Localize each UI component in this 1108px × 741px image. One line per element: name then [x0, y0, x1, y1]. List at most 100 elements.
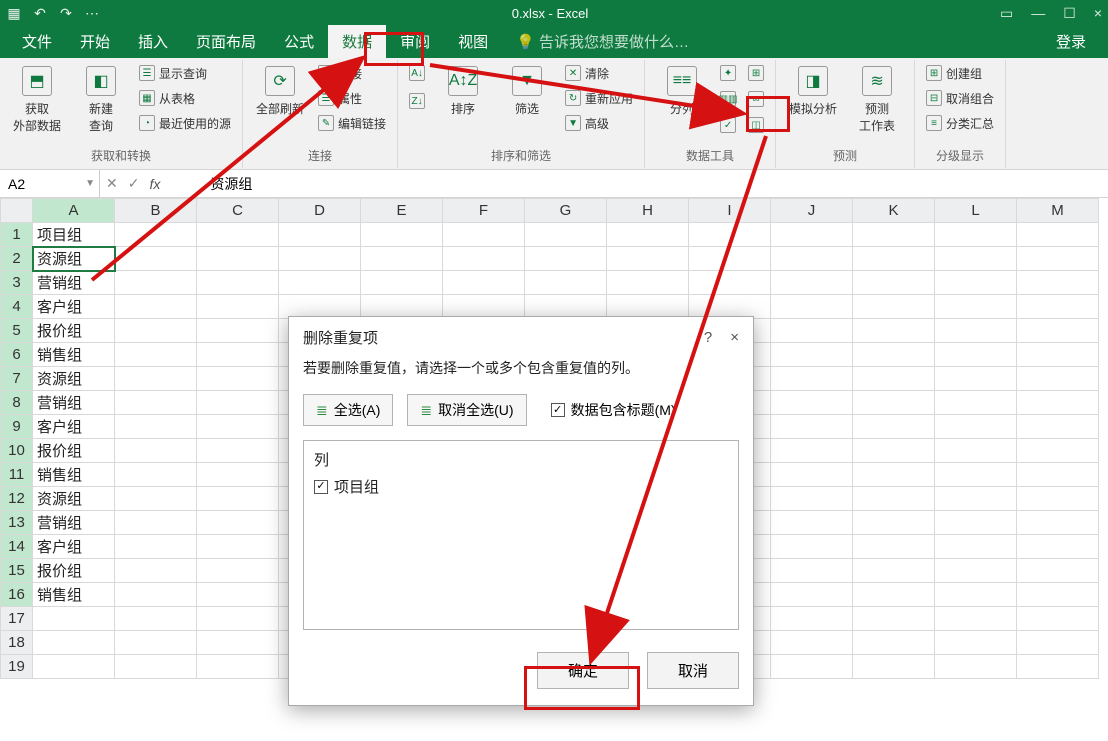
cell[interactable]	[525, 271, 607, 295]
cell[interactable]	[443, 247, 525, 271]
cell[interactable]: 营销组	[33, 271, 115, 295]
cell[interactable]	[197, 343, 279, 367]
cell[interactable]	[1017, 367, 1099, 391]
cell[interactable]	[853, 343, 935, 367]
cell[interactable]	[1017, 607, 1099, 631]
cell[interactable]: 销售组	[33, 583, 115, 607]
cell[interactable]	[853, 463, 935, 487]
cell[interactable]	[197, 463, 279, 487]
cell[interactable]	[771, 439, 853, 463]
fx-icon[interactable]: fx	[149, 176, 160, 192]
cell[interactable]	[853, 631, 935, 655]
cell[interactable]	[771, 655, 853, 679]
cell[interactable]	[1017, 487, 1099, 511]
cell[interactable]	[1017, 295, 1099, 319]
cell[interactable]	[689, 247, 771, 271]
row-header[interactable]: 12	[1, 487, 33, 511]
cell[interactable]	[689, 223, 771, 247]
select-all-button[interactable]: ≣全选(A)	[303, 394, 393, 426]
cell[interactable]	[279, 247, 361, 271]
subtotal-button[interactable]: ≡分类汇总	[923, 112, 997, 134]
cell[interactable]	[115, 511, 197, 535]
tab-view[interactable]: 视图	[444, 25, 502, 58]
row-header[interactable]: 16	[1, 583, 33, 607]
relationships-button[interactable]: ∞	[745, 88, 767, 110]
sort-asc-button[interactable]: A↓	[406, 62, 428, 84]
cell[interactable]: 报价组	[33, 319, 115, 343]
cell[interactable]	[771, 631, 853, 655]
cell[interactable]	[197, 559, 279, 583]
cell[interactable]	[935, 319, 1017, 343]
cell[interactable]	[607, 223, 689, 247]
filter-button[interactable]: ▼筛选	[498, 62, 556, 117]
cell[interactable]	[771, 367, 853, 391]
cell[interactable]	[771, 583, 853, 607]
cell[interactable]	[197, 439, 279, 463]
cell[interactable]	[279, 223, 361, 247]
cell[interactable]	[1017, 535, 1099, 559]
cell[interactable]: 报价组	[33, 439, 115, 463]
cell[interactable]	[197, 271, 279, 295]
cell[interactable]	[771, 535, 853, 559]
cell[interactable]	[197, 391, 279, 415]
row-header[interactable]: 7	[1, 367, 33, 391]
cell[interactable]	[1017, 343, 1099, 367]
cell[interactable]	[197, 631, 279, 655]
cell[interactable]	[197, 415, 279, 439]
cell[interactable]	[361, 247, 443, 271]
maximize-icon[interactable]: ☐	[1063, 5, 1076, 22]
tab-insert[interactable]: 插入	[124, 25, 182, 58]
column-header[interactable]: B	[115, 199, 197, 223]
cell[interactable]: 客户组	[33, 535, 115, 559]
ok-button[interactable]: 确定	[537, 652, 629, 689]
show-queries-button[interactable]: ☰显示查询	[136, 62, 234, 84]
cell[interactable]	[853, 271, 935, 295]
redo-icon[interactable]: ↷	[58, 5, 74, 21]
column-header[interactable]: E	[361, 199, 443, 223]
ungroup-button[interactable]: ⊟取消组合	[923, 87, 997, 109]
cell[interactable]: 销售组	[33, 343, 115, 367]
cell[interactable]	[689, 271, 771, 295]
row-header[interactable]: 11	[1, 463, 33, 487]
get-external-data-button[interactable]: ⬒获取 外部数据	[8, 62, 66, 134]
cell[interactable]: 营销组	[33, 391, 115, 415]
cell[interactable]	[115, 415, 197, 439]
cell[interactable]	[771, 319, 853, 343]
cell[interactable]	[935, 367, 1017, 391]
cell[interactable]	[197, 511, 279, 535]
reapply-button[interactable]: ↻重新应用	[562, 87, 636, 109]
row-header[interactable]: 4	[1, 295, 33, 319]
manage-data-model-button[interactable]: ◫	[745, 114, 767, 136]
consolidate-button[interactable]: ⊞	[745, 62, 767, 84]
cell[interactable]	[197, 295, 279, 319]
close-icon[interactable]: ×	[1094, 5, 1102, 22]
cell[interactable]	[853, 439, 935, 463]
cell[interactable]	[115, 247, 197, 271]
cell[interactable]	[1017, 631, 1099, 655]
column-header[interactable]: H	[607, 199, 689, 223]
recent-sources-button[interactable]: ◔最近使用的源	[136, 112, 234, 134]
cell[interactable]	[115, 223, 197, 247]
connections-button[interactable]: ☍连接	[315, 62, 389, 84]
cell[interactable]	[33, 655, 115, 679]
cell[interactable]	[935, 535, 1017, 559]
row-header[interactable]: 1	[1, 223, 33, 247]
row-header[interactable]: 13	[1, 511, 33, 535]
cell[interactable]	[935, 487, 1017, 511]
cell[interactable]: 客户组	[33, 295, 115, 319]
forecast-sheet-button[interactable]: ≋预测 工作表	[848, 62, 906, 134]
cell[interactable]	[853, 607, 935, 631]
row-header[interactable]: 19	[1, 655, 33, 679]
row-header[interactable]: 9	[1, 415, 33, 439]
sort-button[interactable]: A↕Z排序	[434, 62, 492, 117]
flash-fill-button[interactable]: ✦	[717, 62, 739, 84]
select-all-cells[interactable]	[1, 199, 33, 223]
cell[interactable]	[115, 343, 197, 367]
cell[interactable]	[935, 511, 1017, 535]
cell[interactable]	[1017, 463, 1099, 487]
row-header[interactable]: 6	[1, 343, 33, 367]
cell[interactable]: 报价组	[33, 559, 115, 583]
cell[interactable]: 客户组	[33, 415, 115, 439]
clear-filter-button[interactable]: ✕清除	[562, 62, 636, 84]
cell[interactable]	[771, 343, 853, 367]
